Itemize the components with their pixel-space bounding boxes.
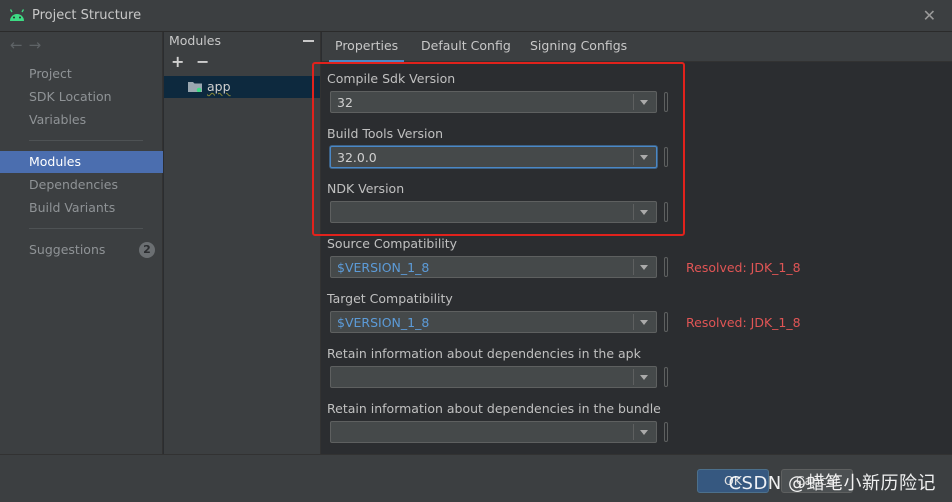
back-forward-icon[interactable]: ←→ [10, 36, 47, 54]
add-module-button[interactable]: + [171, 52, 184, 71]
sidebar-item-suggestions[interactable]: Suggestions 2 [0, 239, 163, 261]
sidebar-item-label: SDK Location [29, 89, 112, 104]
sidebar-divider [29, 228, 143, 229]
sidebar-item-variables[interactable]: Variables [0, 109, 163, 131]
combo-value: 32 [337, 95, 353, 110]
tab-signing-configs[interactable]: Signing Configs [530, 38, 627, 53]
sidebar-item-label: Build Variants [29, 200, 116, 215]
combo-divider [633, 314, 634, 330]
source-compat-combo[interactable]: $VERSION_1_8 [330, 256, 657, 278]
target-compat-combo[interactable]: $VERSION_1_8 [330, 311, 657, 333]
chevron-down-icon[interactable] [640, 320, 648, 325]
module-item-app[interactable]: app [164, 76, 320, 98]
sidebar-item-build-variants[interactable]: Build Variants [0, 197, 163, 219]
chevron-down-icon[interactable] [640, 100, 648, 105]
properties-panel: Compile Sdk Version 32 Build Tools Versi… [322, 62, 952, 454]
remove-module-button[interactable]: − [196, 52, 209, 71]
sidebar-item-project[interactable]: Project [0, 63, 163, 85]
modules-header: Modules [169, 33, 221, 48]
source-compat-edit-button[interactable] [664, 257, 668, 277]
sidebar: ←→ Project SDK Location Variables Module… [0, 32, 163, 454]
ndk-version-combo[interactable] [330, 201, 657, 223]
retain-apk-combo[interactable] [330, 366, 657, 388]
retain-apk-label: Retain information about dependencies in… [327, 346, 641, 361]
chevron-down-icon[interactable] [640, 265, 648, 270]
module-name: app [207, 79, 231, 94]
suggestions-count-badge: 2 [139, 242, 155, 258]
tab-properties[interactable]: Properties [328, 38, 405, 63]
sidebar-item-label: Dependencies [29, 177, 118, 192]
sidebar-divider [29, 140, 143, 141]
target-compat-resolved: Resolved: JDK_1_8 [686, 315, 801, 330]
sidebar-item-label: Variables [29, 112, 87, 127]
target-compat-edit-button[interactable] [664, 312, 668, 332]
modules-panel: Modules + − app [164, 32, 321, 454]
combo-divider [633, 149, 634, 165]
android-icon [9, 9, 25, 21]
sidebar-item-label: Project [29, 66, 72, 81]
module-folder-icon [188, 82, 202, 92]
build-tools-combo[interactable]: 32.0.0 [330, 146, 657, 168]
combo-divider [633, 204, 634, 220]
source-compat-resolved: Resolved: JDK_1_8 [686, 260, 801, 275]
build-tools-edit-button[interactable] [664, 147, 668, 167]
combo-value: $VERSION_1_8 [337, 315, 430, 330]
sidebar-item-dependencies[interactable]: Dependencies [0, 174, 163, 196]
sidebar-item-label: Suggestions [29, 242, 106, 257]
close-icon[interactable]: ✕ [923, 6, 936, 25]
compile-sdk-edit-button[interactable] [664, 92, 668, 112]
chevron-down-icon[interactable] [640, 155, 648, 160]
combo-divider [633, 424, 634, 440]
chevron-down-icon[interactable] [640, 375, 648, 380]
title-bar: Project Structure ✕ [0, 0, 952, 32]
source-compat-label: Source Compatibility [327, 236, 458, 251]
target-compat-label: Target Compatibility [327, 291, 453, 306]
ndk-version-label: NDK Version [327, 181, 405, 196]
compile-sdk-label: Compile Sdk Version [327, 71, 456, 86]
tab-bar: Properties Default Config Signing Config… [322, 32, 952, 63]
retain-apk-edit-button[interactable] [664, 367, 668, 387]
window-title: Project Structure [32, 8, 142, 23]
dialog-footer: OK Cancel CSDN @蜡笔小新历险记 [0, 454, 952, 502]
compile-sdk-combo[interactable]: 32 [330, 91, 657, 113]
retain-bundle-combo[interactable] [330, 421, 657, 443]
tab-default-config[interactable]: Default Config [421, 38, 511, 53]
sidebar-item-label: Modules [29, 154, 81, 169]
combo-value: 32.0.0 [337, 150, 377, 165]
combo-divider [633, 259, 634, 275]
collapse-icon[interactable] [303, 40, 314, 42]
chevron-down-icon[interactable] [640, 210, 648, 215]
sidebar-item-sdk-location[interactable]: SDK Location [0, 86, 163, 108]
retain-bundle-label: Retain information about dependencies in… [327, 401, 661, 416]
combo-value: $VERSION_1_8 [337, 260, 430, 275]
combo-divider [633, 369, 634, 385]
ndk-version-edit-button[interactable] [664, 202, 668, 222]
chevron-down-icon[interactable] [640, 430, 648, 435]
sidebar-item-modules[interactable]: Modules [0, 151, 163, 173]
build-tools-label: Build Tools Version [327, 126, 444, 141]
combo-divider [633, 94, 634, 110]
watermark: CSDN @蜡笔小新历险记 [728, 473, 936, 494]
retain-bundle-edit-button[interactable] [664, 422, 668, 442]
